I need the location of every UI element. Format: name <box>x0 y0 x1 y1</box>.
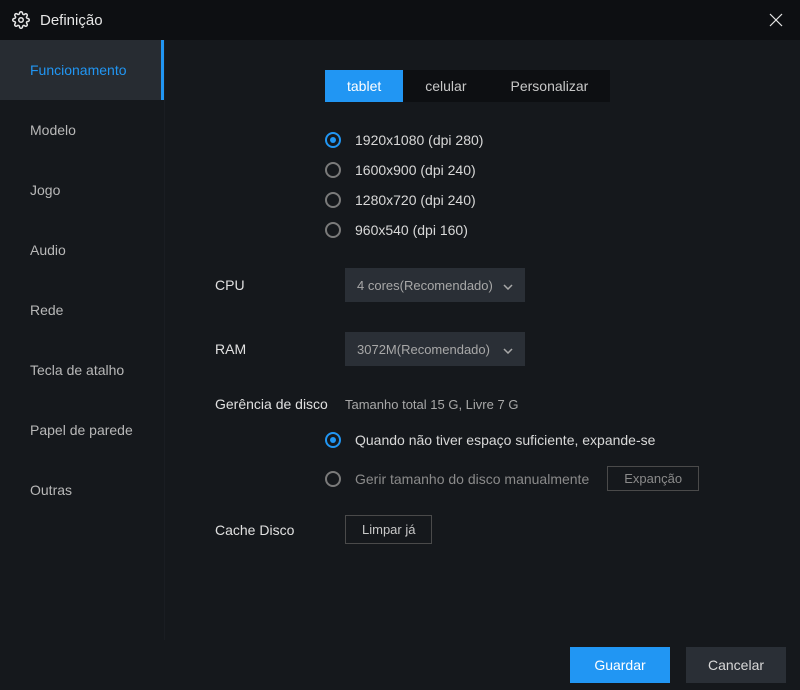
tab-celular[interactable]: celular <box>403 70 488 102</box>
footer: Guardar Cancelar <box>0 640 800 690</box>
cpu-label: CPU <box>215 277 345 293</box>
sidebar-item-label: Modelo <box>30 122 76 138</box>
radio-icon <box>325 471 341 487</box>
ram-select[interactable]: 3072M(Recomendado) <box>345 332 525 366</box>
ram-row: RAM 3072M(Recomendado) <box>215 332 780 366</box>
disk-option-manual[interactable]: Gerir tamanho do disco manualmente Expan… <box>325 466 780 491</box>
window-title: Definição <box>40 12 103 29</box>
disk-option-auto[interactable]: Quando não tiver espaço suficiente, expa… <box>325 432 780 448</box>
sidebar: Funcionamento Modelo Jogo Audio Rede Tec… <box>0 40 165 640</box>
main-panel: tablet celular Personalizar 1920x1080 (d… <box>165 40 800 640</box>
resolution-list: 1920x1080 (dpi 280) 1600x900 (dpi 240) 1… <box>325 132 780 238</box>
radio-icon <box>325 432 341 448</box>
sidebar-item-label: Funcionamento <box>30 62 127 78</box>
sidebar-item-papel[interactable]: Papel de parede <box>0 400 164 460</box>
radio-icon <box>325 162 341 178</box>
sidebar-item-jogo[interactable]: Jogo <box>0 160 164 220</box>
resolution-option[interactable]: 1920x1080 (dpi 280) <box>325 132 780 148</box>
chevron-down-icon <box>503 342 513 357</box>
sidebar-item-audio[interactable]: Audio <box>0 220 164 280</box>
radio-icon <box>325 222 341 238</box>
resolution-option[interactable]: 1600x900 (dpi 240) <box>325 162 780 178</box>
cpu-row: CPU 4 cores(Recomendado) <box>215 268 780 302</box>
sidebar-item-label: Papel de parede <box>30 422 133 438</box>
tab-personalizar[interactable]: Personalizar <box>489 70 611 102</box>
display-mode-tabs: tablet celular Personalizar <box>325 70 610 102</box>
sidebar-item-rede[interactable]: Rede <box>0 280 164 340</box>
expand-button[interactable]: Expanção <box>607 466 699 491</box>
cpu-select[interactable]: 4 cores(Recomendado) <box>345 268 525 302</box>
gear-icon <box>12 11 30 29</box>
sidebar-item-label: Outras <box>30 482 72 498</box>
radio-icon <box>325 132 341 148</box>
sidebar-item-funcionamento[interactable]: Funcionamento <box>0 40 164 100</box>
resolution-option[interactable]: 1280x720 (dpi 240) <box>325 192 780 208</box>
sidebar-item-label: Audio <box>30 242 66 258</box>
cancel-button[interactable]: Cancelar <box>686 647 786 683</box>
disk-label: Gerência de disco <box>215 396 345 412</box>
sidebar-item-modelo[interactable]: Modelo <box>0 100 164 160</box>
disk-section: Gerência de disco Tamanho total 15 G, Li… <box>215 396 780 491</box>
cache-label: Cache Disco <box>215 522 345 538</box>
resolution-option[interactable]: 960x540 (dpi 160) <box>325 222 780 238</box>
disk-info: Tamanho total 15 G, Livre 7 G <box>345 397 518 412</box>
cpu-value: 4 cores(Recomendado) <box>357 278 493 293</box>
close-button[interactable] <box>764 8 788 32</box>
sidebar-item-label: Jogo <box>30 182 60 198</box>
sidebar-item-outras[interactable]: Outras <box>0 460 164 520</box>
ram-value: 3072M(Recomendado) <box>357 342 490 357</box>
radio-icon <box>325 192 341 208</box>
title-bar: Definição <box>0 0 800 40</box>
sidebar-item-label: Tecla de atalho <box>30 362 124 378</box>
sidebar-item-tecla[interactable]: Tecla de atalho <box>0 340 164 400</box>
clear-cache-button[interactable]: Limpar já <box>345 515 432 544</box>
close-icon <box>769 13 783 27</box>
ram-label: RAM <box>215 341 345 357</box>
save-button[interactable]: Guardar <box>570 647 670 683</box>
cache-row: Cache Disco Limpar já <box>215 515 780 544</box>
tab-tablet[interactable]: tablet <box>325 70 403 102</box>
chevron-down-icon <box>503 278 513 293</box>
sidebar-item-label: Rede <box>30 302 63 318</box>
